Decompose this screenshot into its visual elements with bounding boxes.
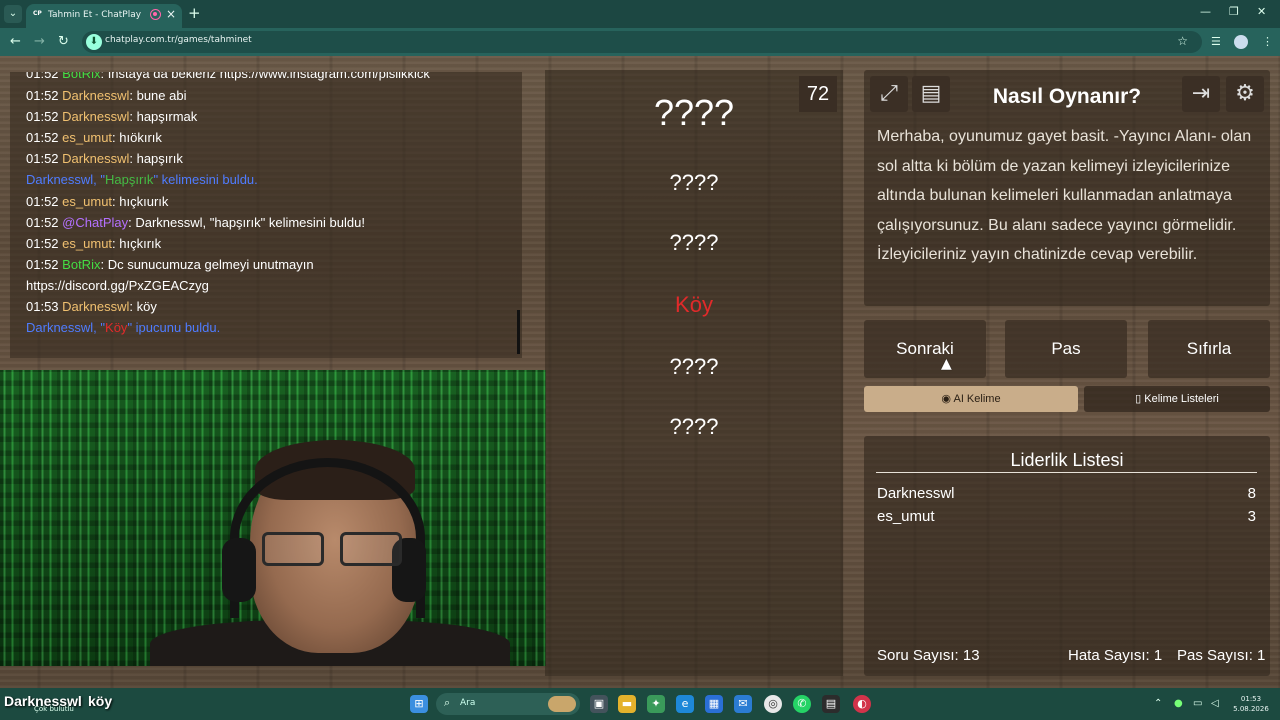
forward-icon[interactable]: → [34, 34, 45, 49]
back-icon[interactable]: ← [10, 34, 21, 49]
app-icon-red[interactable]: ◐ [853, 695, 871, 713]
search-highlight-image [548, 696, 576, 712]
chat-panel: 01:52 BotRix: İnstaya da bekleriz https:… [10, 72, 522, 358]
chat-line: 01:52 @ChatPlay: Darknesswl, "hapşırık" … [26, 215, 365, 230]
next-button[interactable]: Sonraki [864, 320, 986, 378]
divider [876, 472, 1257, 473]
chat-line: 01:52 es_umut: hıökırık [26, 130, 162, 145]
ai-word-button[interactable]: ◉ AI Kelime [864, 386, 1078, 412]
address-bar[interactable]: ⬇ chatplay.com.tr/games/tahminet ☆ [82, 31, 1202, 53]
chat-line: 01:52 Darknesswl: bune abi [26, 88, 187, 103]
ai-icon: ◉ [941, 393, 954, 405]
word-panel: 72 ???? ???? ???? Köy ???? ???? [545, 70, 843, 676]
volume-icon[interactable]: ◁ [1211, 698, 1219, 709]
hint-word: ???? [669, 414, 719, 439]
task-view-icon[interactable]: ▣ [590, 695, 608, 713]
webcam-feed [0, 370, 546, 666]
chat-line: https://discord.gg/PxZGEACzyg [26, 278, 209, 293]
site-info-icon[interactable]: ⬇ [86, 34, 102, 50]
chat-line: 01:52 Darknesswl: hapşırmak [26, 109, 198, 124]
reading-list-icon[interactable]: ☰ [1211, 35, 1221, 48]
overlay-guess: köy [88, 693, 113, 709]
mic-icon[interactable]: ● [1174, 698, 1183, 709]
recording-icon [150, 9, 161, 20]
pass-button[interactable]: Pas [1005, 320, 1127, 378]
chatplay-favicon-icon: CP [33, 10, 42, 17]
terminal-icon[interactable]: ▤ [822, 695, 840, 713]
windows-start-icon[interactable]: ⊞ [410, 695, 428, 713]
whatsapp-icon[interactable]: ✆ [793, 695, 811, 713]
how-to-play-panel: ⤢ ▤ Nasıl Oynanır? ⇥ ⚙ Merhaba, oyunumuz… [864, 70, 1270, 306]
close-tab-icon[interactable]: × [166, 7, 176, 21]
search-placeholder: Ara [460, 698, 476, 708]
display-icon[interactable]: ▭ [1193, 698, 1202, 709]
tab-tahmin-et[interactable]: CP Tahmin Et - ChatPlay × [26, 4, 182, 28]
exit-icon[interactable]: ⇥ [1182, 76, 1220, 112]
leaderboard-name: Darknesswl [877, 485, 955, 502]
chat-line: 01:52 BotRix: Dc sunucumuza gelmeyi unut… [26, 257, 314, 272]
error-count: Hata Sayısı: 1 [1068, 647, 1163, 664]
game-page: 01:52 BotRix: İnstaya da bekleriz https:… [0, 56, 1280, 688]
chat-system-message: Darknesswl, "Hapşırık" kelimesini buldu. [26, 172, 258, 187]
tab-search-icon[interactable]: ⌄ [4, 5, 22, 23]
close-window-icon[interactable]: ✕ [1257, 5, 1266, 18]
hint-word: ???? [669, 170, 719, 195]
glasses [262, 532, 412, 568]
hint-word-revealed: Köy [675, 292, 713, 317]
reset-button[interactable]: Sıfırla [1148, 320, 1270, 378]
restore-icon[interactable]: ❐ [1229, 5, 1239, 18]
new-tab-button[interactable]: + [188, 4, 201, 22]
leaderboard-panel: Liderlik Listesi Darknesswl 8 es_umut 3 … [864, 436, 1270, 676]
leaderboard-score: 8 [1247, 485, 1256, 502]
browser-toolbar: ← → ↻ ⬇ chatplay.com.tr/games/tahminet ☆… [0, 28, 1280, 56]
mail-icon[interactable]: ✉ [734, 695, 752, 713]
browser-menu-icon[interactable]: ⋮ [1262, 35, 1273, 48]
pass-count: Pas Sayısı: 1 [1177, 647, 1266, 664]
target-word: ???? [653, 92, 735, 133]
taskbar-search[interactable]: ⌕ Ara [436, 693, 580, 715]
minimize-icon[interactable]: — [1200, 5, 1211, 18]
mouse-cursor-icon: ▲ [941, 356, 952, 372]
chat-line: 01:53 Darknesswl: köy [26, 299, 157, 314]
question-count: Soru Sayısı: 13 [877, 647, 980, 664]
leaderboard-title: Liderlik Listesi [1010, 450, 1124, 470]
hint-word: ???? [669, 230, 719, 255]
browser-tab-bar: ⌄ CP Tahmin Et - ChatPlay × + — ❐ ✕ [0, 0, 1280, 28]
chat-line: 01:52 BotRix: İnstaya da bekleriz https:… [26, 72, 430, 81]
reload-icon[interactable]: ↻ [58, 34, 69, 49]
chat-system-message: Darknesswl, "Köy" ipucunu buldu. [26, 320, 221, 335]
leaderboard-name: es_umut [877, 508, 935, 525]
url-text: chatplay.com.tr/games/tahminet [105, 35, 252, 45]
settings-gear-icon[interactable]: ⚙ [1226, 76, 1264, 112]
system-clock[interactable]: 01:53 5.08.2026 [1232, 694, 1270, 714]
chat-line: 01:52 es_umut: hıçkıurık [26, 194, 169, 209]
chrome-icon[interactable]: ◎ [764, 695, 782, 713]
profile-avatar[interactable] [1234, 35, 1248, 49]
search-icon: ⌕ [444, 696, 451, 709]
leaderboard-score: 3 [1247, 508, 1256, 525]
tab-title: Tahmin Et - ChatPlay [48, 10, 142, 20]
file-explorer-icon[interactable]: ▬ [618, 695, 636, 713]
weather-text: Çok bulutlu [34, 705, 74, 713]
word-lists-button[interactable]: ▯ Kelime Listeleri [1084, 386, 1270, 412]
bookmark-star-icon[interactable]: ☆ [1177, 34, 1188, 48]
chat-scrollbar[interactable] [517, 310, 520, 354]
chat-line: 01:52 es_umut: hıçkırık [26, 236, 162, 251]
chat-line: 01:52 Darknesswl: hapşırık [26, 151, 183, 166]
edge-icon[interactable]: e [676, 695, 694, 713]
headset-left-earcup [222, 538, 256, 602]
app-icon[interactable]: ✦ [647, 695, 665, 713]
hint-word: ???? [669, 354, 719, 379]
store-icon[interactable]: ▦ [705, 695, 723, 713]
tray-chevron-icon[interactable]: ⌃ [1154, 698, 1162, 709]
list-icon: ▯ [1135, 393, 1145, 405]
windows-taskbar: ⊞ ⌕ Ara ▣ ▬ ✦ e ▦ ✉ ◎ ✆ ▤ ◐ ⌃ ● ▭ ◁ 01:5… [0, 688, 1280, 720]
how-to-play-text: Merhaba, oyunumuz gayet basit. -Yayıncı … [877, 128, 1252, 263]
